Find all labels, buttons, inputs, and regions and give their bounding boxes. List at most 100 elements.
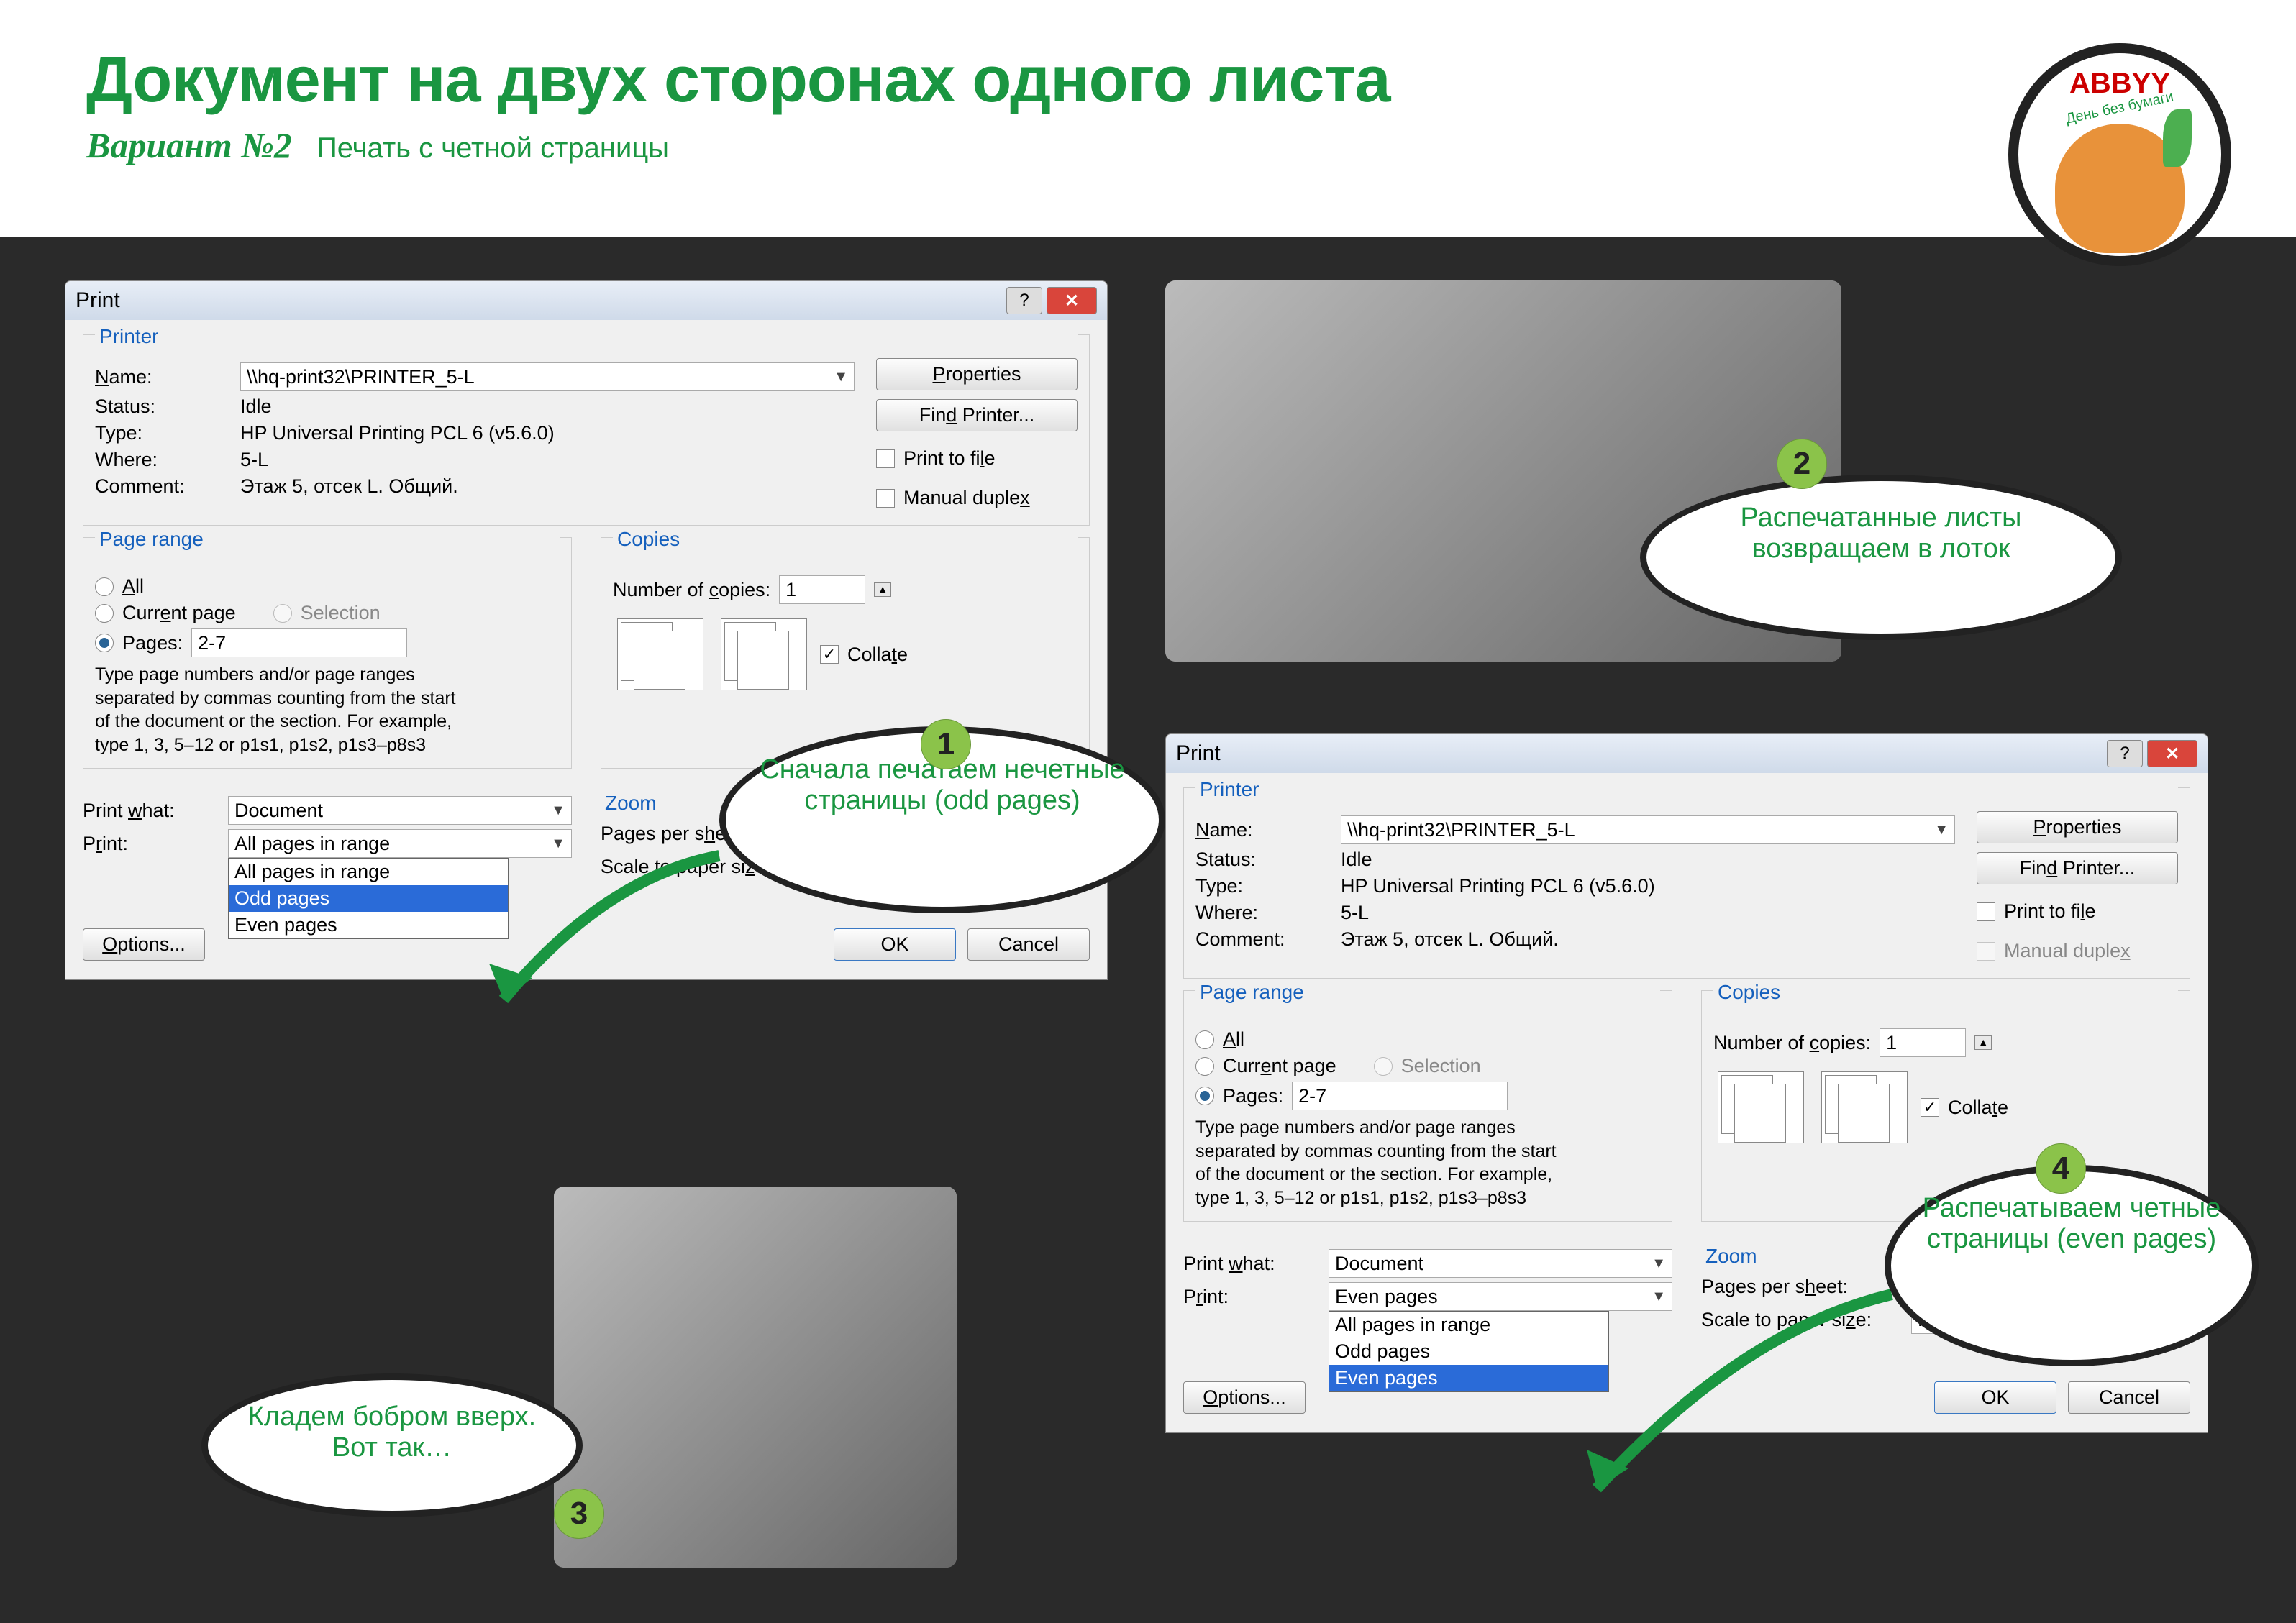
current-page-label: Current page: [1223, 1055, 1336, 1077]
beaver-mascot: [2055, 124, 2185, 253]
collate-label: Collate: [847, 644, 908, 666]
bubble-2-text: Распечатанные листы возвращаем в лоток: [1741, 503, 2022, 564]
manual-duplex-checkbox[interactable]: [876, 489, 895, 508]
print-what-select[interactable]: Document▼: [228, 796, 572, 825]
all-radio[interactable]: [95, 577, 114, 596]
properties-button[interactable]: Properties: [1977, 811, 2178, 843]
type-label: Type:: [1195, 875, 1332, 897]
pages-radio[interactable]: [95, 634, 114, 652]
selection-label: Selection: [301, 602, 381, 624]
arrow-curve-1: [460, 841, 748, 1057]
manual-duplex-label: Manual duplex: [903, 487, 1030, 509]
all-label: All: [122, 575, 144, 598]
step-badge-1: 1: [921, 719, 971, 769]
current-page-radio[interactable]: [1195, 1057, 1214, 1076]
page-title: Документ на двух сторонах одного листа: [86, 43, 2210, 117]
ok-button[interactable]: OK: [834, 928, 956, 961]
name-label: Name:: [95, 366, 232, 388]
printer-legend: Printer: [1195, 778, 2178, 801]
callout-bubble-4: Распечатываем четные страницы (even page…: [1885, 1165, 2259, 1366]
num-copies-label: Number of copies:: [1713, 1032, 1871, 1054]
cancel-button[interactable]: Cancel: [2068, 1381, 2190, 1414]
status-label: Status:: [95, 396, 232, 418]
page-range-group: Page range All Current page Selection Pa…: [1183, 990, 1672, 1222]
current-page-radio[interactable]: [95, 604, 114, 623]
collate-checkbox[interactable]: ✓: [820, 645, 839, 664]
chevron-down-icon: ▼: [834, 369, 848, 385]
pages-label: Pages:: [122, 632, 183, 654]
where-value: 5-L: [240, 449, 268, 471]
spin-up-button[interactable]: ▲: [1974, 1035, 1992, 1050]
comment-label: Comment:: [95, 475, 232, 498]
help-button[interactable]: ?: [2107, 740, 2143, 767]
find-printer-button[interactable]: Find Printer...: [876, 399, 1078, 431]
printer-name-select[interactable]: \\hq-print32\PRINTER_5-L▼: [1341, 815, 1955, 844]
pages-hint: Type page numbers and/or page ranges sep…: [1195, 1116, 1570, 1210]
find-printer-button[interactable]: Find Printer...: [1977, 852, 2178, 884]
collate-icon: [721, 618, 807, 690]
ok-button[interactable]: OK: [1934, 1381, 2056, 1414]
all-radio[interactable]: [1195, 1030, 1214, 1049]
where-label: Where:: [95, 449, 232, 471]
cancel-button[interactable]: Cancel: [967, 928, 1090, 961]
chevron-down-icon: ▼: [551, 803, 565, 819]
num-copies-input[interactable]: [779, 575, 865, 604]
step-badge-4: 4: [2036, 1143, 2086, 1194]
printer-name-select[interactable]: \\hq-print32\PRINTER_5-L▼: [240, 362, 855, 391]
close-button[interactable]: ✕: [2147, 740, 2197, 767]
spin-up-button[interactable]: ▲: [874, 582, 891, 597]
type-value: HP Universal Printing PCL 6 (v5.6.0): [1341, 875, 1655, 897]
help-button[interactable]: ?: [1006, 287, 1042, 314]
pages-input[interactable]: [191, 628, 407, 657]
printer-legend: Printer: [95, 325, 1078, 348]
where-label: Where:: [1195, 902, 1332, 924]
name-label: Name:: [1195, 819, 1332, 841]
variant-label: Вариант №2: [86, 125, 292, 165]
print-pages-label: Print:: [83, 833, 219, 855]
brand-badge: ABBYY День без бумаги: [2008, 43, 2231, 266]
selection-label: Selection: [1401, 1055, 1481, 1077]
properties-button[interactable]: Properties: [876, 358, 1078, 390]
content-area: Print ? ✕ Printer Name: \\hq-print32\PRI…: [0, 237, 2296, 1623]
page-subtitle: Вариант №2 Печать с четной страницы: [86, 124, 2210, 166]
dialog-title: Print: [76, 288, 120, 313]
pages-radio[interactable]: [1195, 1087, 1214, 1105]
num-copies-input[interactable]: [1880, 1028, 1966, 1057]
print-to-file-checkbox[interactable]: [1977, 902, 1995, 921]
selection-radio: [1374, 1057, 1393, 1076]
page-range-legend: Page range: [1195, 981, 1660, 1004]
type-label: Type:: [95, 422, 232, 444]
dialog-titlebar: Print ? ✕: [1166, 734, 2208, 773]
print-pages-label: Print:: [1183, 1286, 1320, 1308]
dialog-titlebar: Print ? ✕: [65, 281, 1107, 320]
callout-bubble-3: Кладем бобром вверх. Вот так…: [201, 1373, 583, 1517]
leaf-icon: [2163, 109, 2192, 167]
chevron-down-icon: ▼: [1934, 822, 1949, 838]
page-range-group: Page range All Current page Selection Pa…: [83, 537, 572, 769]
close-button[interactable]: ✕: [1047, 287, 1097, 314]
pages-input[interactable]: [1292, 1082, 1508, 1110]
step-badge-3: 3: [554, 1489, 604, 1539]
page-range-legend: Page range: [95, 528, 560, 551]
print-to-file-label: Print to file: [2004, 900, 2096, 923]
num-copies-label: Number of copies:: [613, 579, 770, 601]
chevron-down-icon: ▼: [1652, 1256, 1666, 1272]
pages-label: Pages:: [1223, 1085, 1283, 1107]
options-button[interactable]: Options...: [1183, 1381, 1306, 1414]
arrow-curve-4: [1554, 1273, 1913, 1532]
printer-group: Printer Name: \\hq-print32\PRINTER_5-L▼ …: [83, 334, 1090, 526]
dialog-title: Print: [1176, 741, 1221, 766]
printer-group: Printer Name: \\hq-print32\PRINTER_5-L▼ …: [1183, 787, 2190, 979]
status-label: Status:: [1195, 849, 1332, 871]
status-value: Idle: [240, 396, 272, 418]
type-value: HP Universal Printing PCL 6 (v5.6.0): [240, 422, 555, 444]
options-button[interactable]: Options...: [83, 928, 205, 961]
comment-label: Comment:: [1195, 928, 1332, 951]
collate-checkbox[interactable]: ✓: [1921, 1098, 1939, 1117]
print-to-file-checkbox[interactable]: [876, 449, 895, 468]
manual-duplex-checkbox: [1977, 942, 1995, 961]
manual-duplex-label: Manual duplex: [2004, 940, 2131, 962]
collate-label: Collate: [1948, 1097, 2008, 1119]
copies-legend: Copies: [613, 528, 1078, 551]
print-what-label: Print what:: [83, 800, 219, 822]
